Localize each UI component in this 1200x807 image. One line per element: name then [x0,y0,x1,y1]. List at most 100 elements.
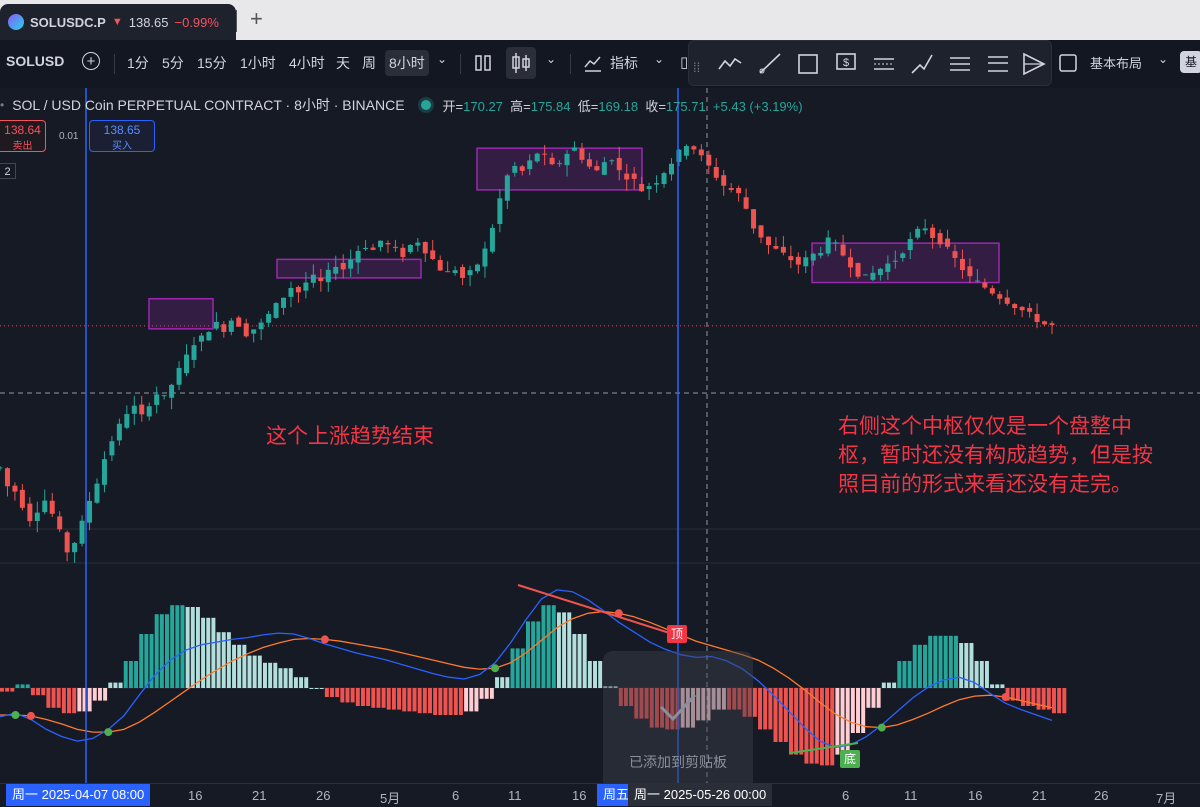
long-position-icon[interactable] [985,51,1011,77]
candle-body [833,242,839,244]
candle-body [751,209,757,229]
compare-add-icon[interactable]: + [82,52,100,70]
candle-body [1019,306,1025,311]
macd-cross-dot [877,723,886,732]
toolbar-divider [114,54,115,74]
fib-icon[interactable] [1021,51,1047,77]
candle-body [661,173,667,185]
tab-symbol: SOLUSDC.P [30,14,106,30]
ruler-icon[interactable] [947,51,973,77]
macd-histogram-bar [67,688,71,714]
macd-histogram-bar [206,617,211,688]
macd-histogram-bar [273,662,278,688]
time-axis[interactable]: 周一 2025-04-07 08:00 16 21 26 5月 6 11 16 … [0,783,1200,806]
macd-histogram-bar [1021,688,1026,706]
macd-histogram-bar [391,688,396,710]
macd-histogram-bar [252,655,257,688]
macd-histogram-bar [5,688,10,692]
macd-cross-dot [320,635,329,644]
candle-body [571,147,577,151]
macd-histogram-bar [536,621,541,688]
candle-body [221,324,227,332]
macd-histogram-bar [510,648,515,688]
macd-histogram-bar [458,688,463,715]
candle-body [176,367,182,385]
candle-body [0,467,3,469]
candle-body [42,500,48,513]
interval-8h-active[interactable]: 8小时 [385,50,429,76]
macd-histogram-bar [237,644,242,688]
macd-histogram-bar [1062,688,1067,714]
candle-body [57,516,63,530]
candle-body [601,162,607,175]
indicators-button[interactable]: 指标 [610,53,638,73]
drag-handle-icon[interactable]: ⁞⁞ [693,60,719,86]
annotation-consolidation[interactable]: 右侧这个中枢仅仅是一个盘整中枢，暂时还没有构成趋势，但是按照目前的形式来看还没有… [838,412,1158,499]
macd-histogram-bar [1057,688,1062,714]
macd-histogram-bar [36,688,41,696]
macd-histogram-bar [959,643,964,688]
quantity-field[interactable]: 2 [0,163,16,179]
candle-body [385,243,391,245]
price-label-icon[interactable]: $ [833,51,859,77]
macd-histogram-bar [531,621,536,688]
consolidation-box [811,242,1000,284]
macd-histogram-bar [159,614,164,688]
interval-week[interactable]: 周 [362,53,376,73]
sell-label: 卖出 [12,141,33,152]
candle-body [19,489,25,508]
candle-body [698,149,704,156]
sell-button[interactable]: 138.64 卖出 [0,120,46,152]
chart-style-chevron-icon[interactable]: ⌄ [546,52,556,66]
macd-histogram-bar [758,688,763,730]
macd-histogram-bar [92,688,97,701]
annotation-trend-end[interactable]: 这个上涨趋势结束 [266,422,434,451]
interval-day[interactable]: 天 [336,53,350,73]
macd-histogram-bar [593,661,597,688]
candle-body [101,459,107,485]
tab-change: −0.99% [174,14,219,30]
interval-dropdown-chevron-icon[interactable]: ⌄ [437,52,447,66]
ray-icon[interactable] [757,51,783,77]
macd-histogram-bar [10,688,15,692]
indicators-icon[interactable] [583,53,603,73]
trend-line-icon[interactable] [717,51,743,77]
macd-histogram-bar [180,605,185,688]
path-icon[interactable] [909,51,935,77]
interval-5m[interactable]: 5分 [162,53,184,73]
legend-title[interactable]: SOL / USD Coin PERPETUAL CONTRACT · 8小时 … [12,95,404,115]
candle-body [109,441,115,456]
rectangle-icon[interactable] [795,51,821,77]
candle-body [131,405,137,414]
layout-name[interactable]: 基本布局 [1090,53,1142,72]
macd-histogram-bar [144,634,149,688]
candles-style-button[interactable] [506,47,536,79]
indicators-chevron-icon[interactable]: ⌄ [654,52,664,66]
candle-body [146,406,152,417]
candle-body [997,294,1003,299]
interval-4h[interactable]: 4小时 [289,53,325,73]
macd-histogram-bar [319,688,324,689]
interval-1h[interactable]: 1小时 [240,53,276,73]
interval-15m[interactable]: 15分 [197,53,227,73]
clipboard-toast: 已添加到剪贴板 [603,651,753,805]
new-tab-button[interactable]: + [250,8,263,30]
buy-button[interactable]: 138.65 买入 [89,120,155,152]
interval-1m[interactable]: 1分 [127,53,149,73]
browser-tab-bar: SOLUSDC.P ▼ 138.65 −0.99% + [0,0,1200,40]
layout-icon[interactable] [1058,53,1078,73]
macd-histogram-bar [433,688,438,715]
active-tab[interactable]: SOLUSDC.P ▼ 138.65 −0.99% [0,4,236,40]
candle-body [579,148,585,160]
macd-histogram-bar [954,635,958,688]
candle-body [654,183,660,185]
candle-body [94,483,100,503]
candle-body [564,153,570,166]
macd-histogram-bar [118,682,123,688]
symbol-search-button[interactable]: SOLUSD [6,53,64,69]
bars-style-icon[interactable] [474,54,492,72]
parallel-channel-icon[interactable] [871,51,897,77]
macd-histogram-bar [61,688,66,714]
avatar[interactable]: 基 [1180,51,1200,73]
layout-chevron-icon[interactable]: ⌄ [1158,52,1168,66]
